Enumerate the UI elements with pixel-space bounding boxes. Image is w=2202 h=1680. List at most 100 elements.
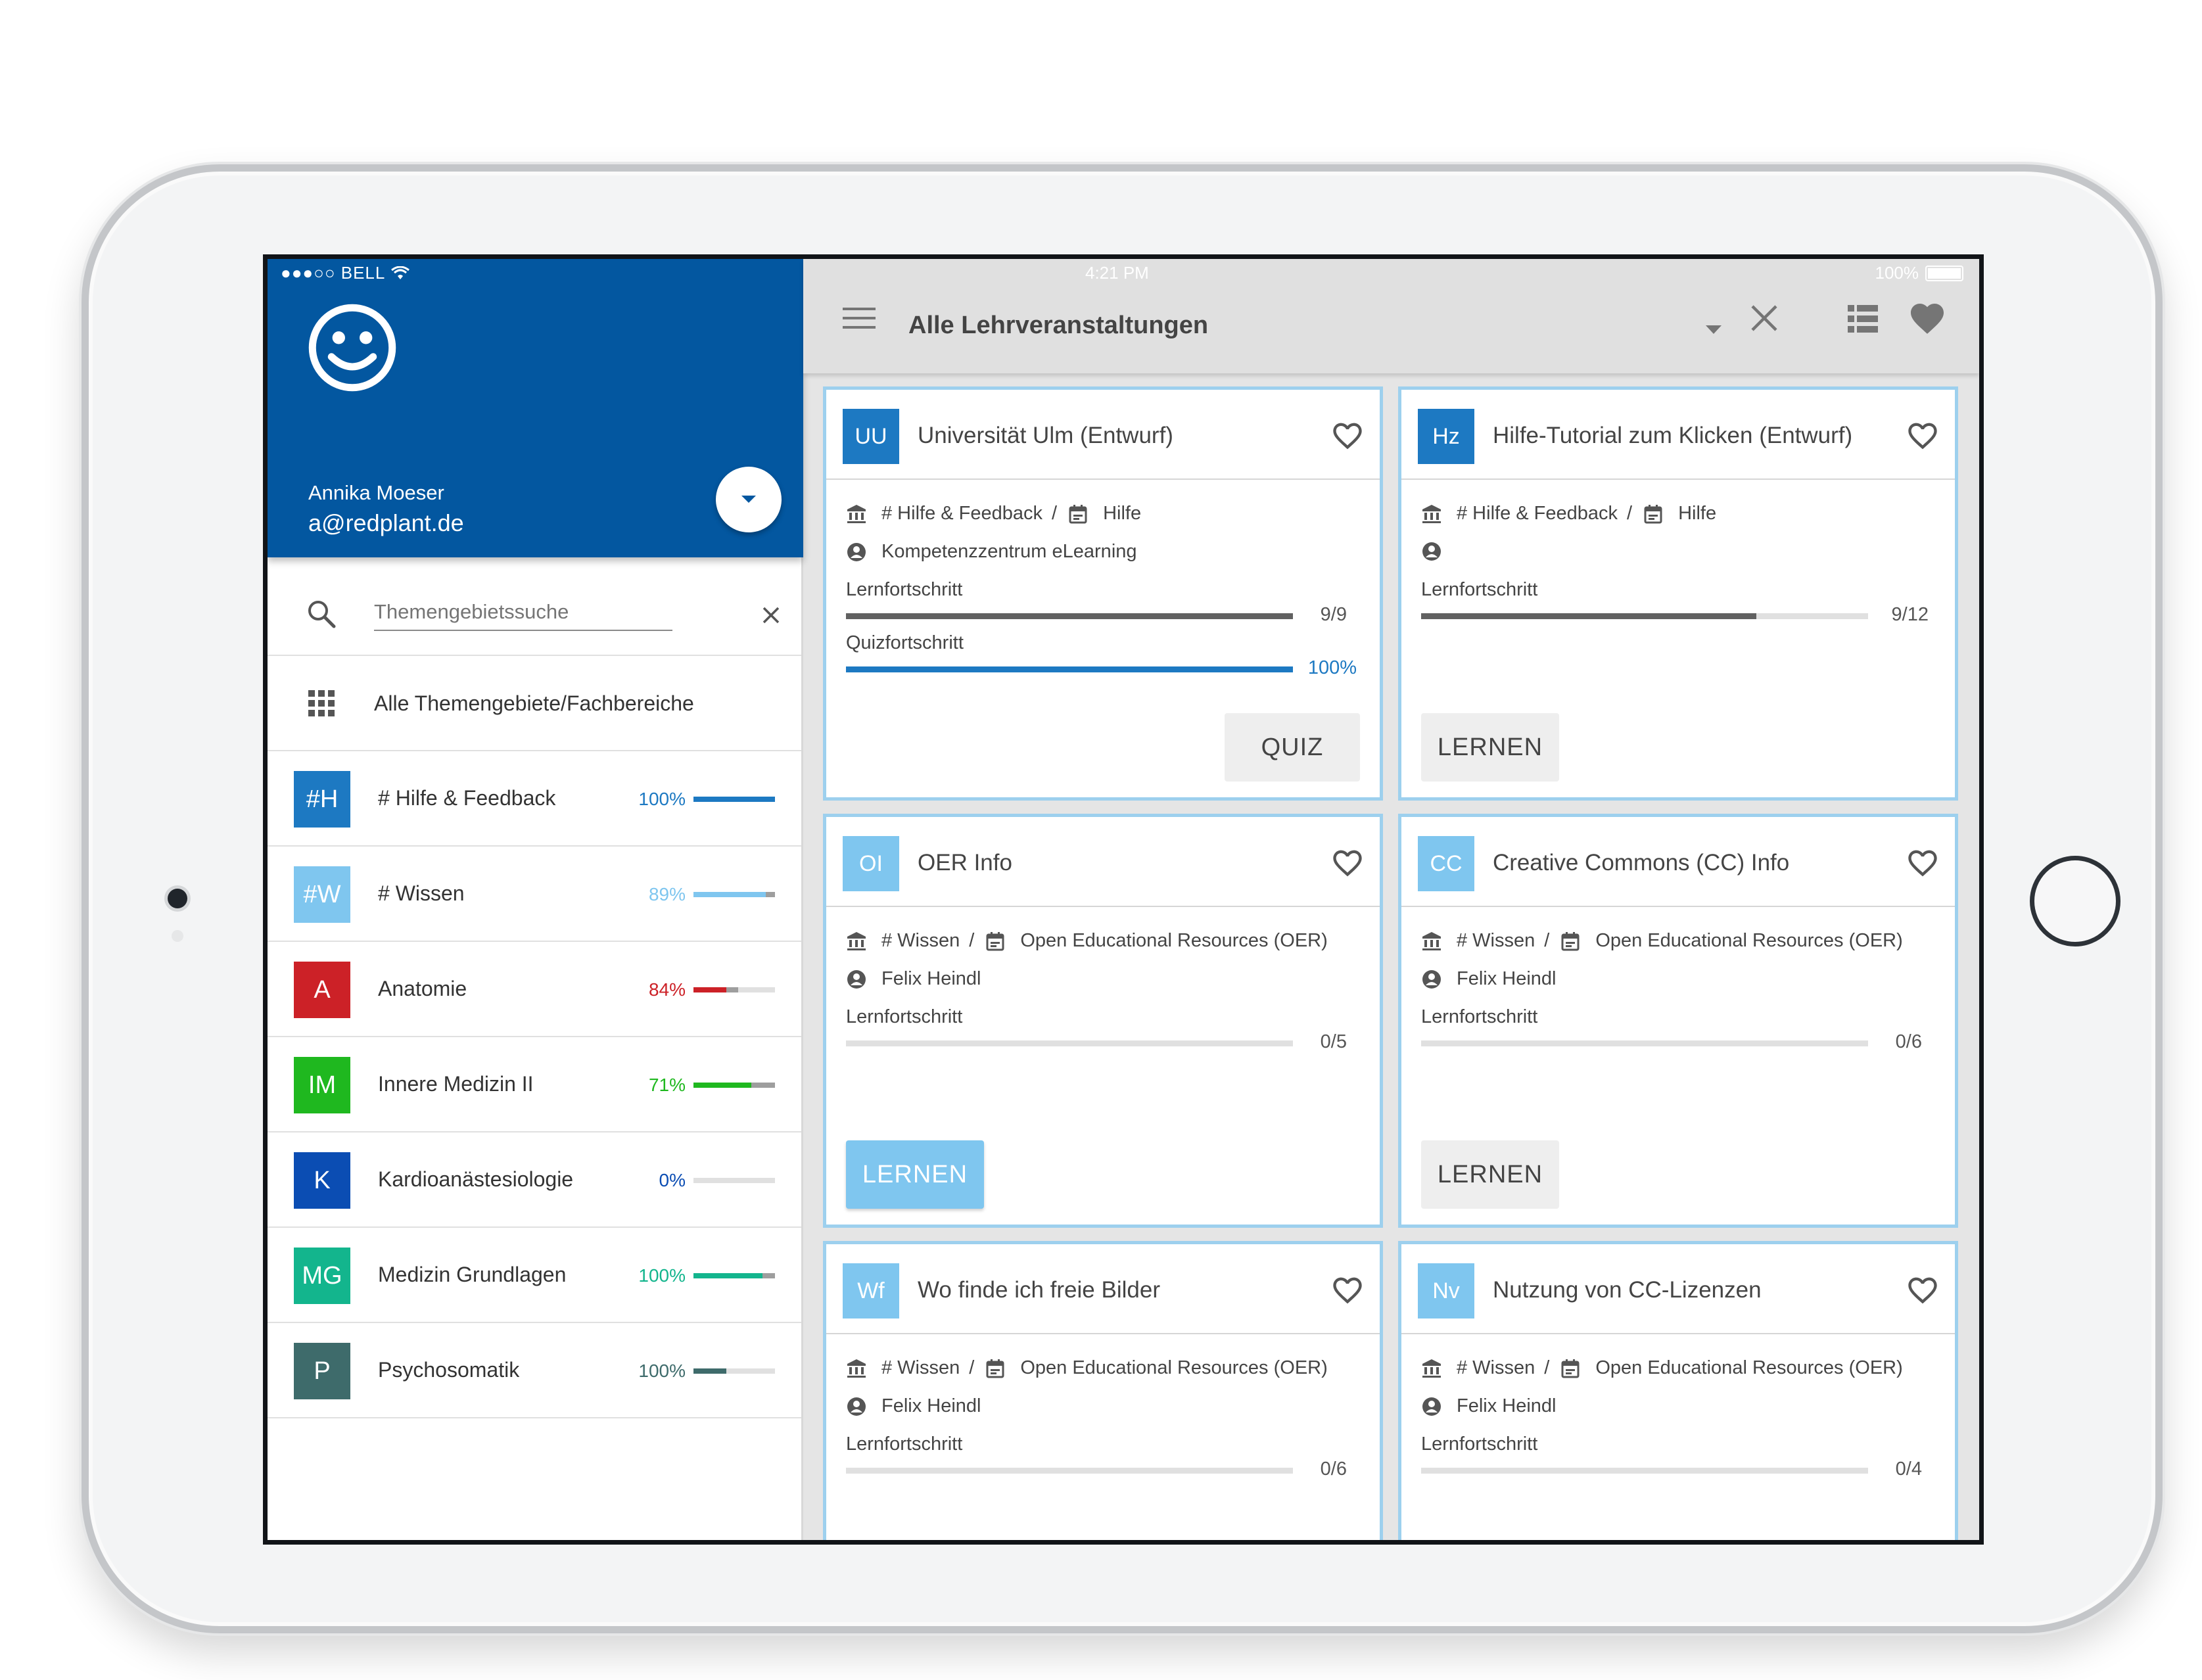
card-header: Wf Wo finde ich freie Bilder bbox=[826, 1244, 1380, 1334]
topic-item[interactable]: A Anatomie 84% bbox=[268, 942, 801, 1037]
course-badge: Wf bbox=[843, 1263, 899, 1318]
learning-progress-bar bbox=[846, 1468, 1293, 1474]
progress-count: 0/6 bbox=[1320, 1458, 1347, 1480]
progress-label: Lernfortschritt bbox=[1421, 579, 1538, 600]
course-badge: Nv bbox=[1418, 1263, 1474, 1318]
course-topic-row: # Wissen / Open Educational Resources (O… bbox=[1421, 930, 1903, 952]
front-camera bbox=[168, 889, 187, 908]
heart-icon[interactable] bbox=[1908, 298, 1947, 335]
course-title: Wo finde ich freie Bilder bbox=[918, 1277, 1160, 1303]
topic-item[interactable]: IM Innere Medizin II 71% bbox=[268, 1037, 801, 1132]
course-author: Felix Heindl bbox=[881, 1395, 981, 1416]
account-icon bbox=[1422, 969, 1441, 989]
user-name: Annika Moeser bbox=[308, 481, 444, 504]
list-view-icon[interactable] bbox=[1848, 305, 1878, 333]
calendar-icon bbox=[986, 1359, 1004, 1378]
light-sensor bbox=[172, 930, 183, 942]
account-menu-button[interactable] bbox=[716, 467, 782, 532]
battery-icon bbox=[1925, 265, 1963, 281]
menu-icon[interactable] bbox=[843, 306, 876, 330]
progress-count: 9/12 bbox=[1891, 604, 1929, 625]
chevron-down-icon[interactable] bbox=[1705, 325, 1722, 335]
learning-progress-bar bbox=[1421, 1040, 1868, 1046]
course-card[interactable]: CC Creative Commons (CC) Info # Wissen /… bbox=[1398, 814, 1958, 1228]
topic-progress-bar bbox=[693, 987, 775, 992]
course-card[interactable]: OI OER Info # Wissen / Open Educational … bbox=[823, 814, 1383, 1228]
account-icon bbox=[847, 1397, 866, 1416]
account-icon bbox=[1422, 542, 1441, 561]
card-header: Hz Hilfe-Tutorial zum Klicken (Entwurf) bbox=[1401, 390, 1955, 480]
calendar-icon bbox=[1069, 504, 1087, 523]
course-badge: OI bbox=[843, 836, 899, 891]
topic-item[interactable]: P Psychosomatik 100% bbox=[268, 1323, 801, 1418]
user-email: a@redplant.de bbox=[308, 509, 464, 536]
topic-item[interactable]: #H # Hilfe & Feedback 100% bbox=[268, 751, 801, 847]
heart-icon[interactable] bbox=[1906, 419, 1940, 450]
course-badge: CC bbox=[1418, 836, 1474, 891]
search-icon bbox=[308, 601, 336, 628]
main-content: Alle Lehrveranstaltungen UU Universität … bbox=[803, 259, 1979, 1540]
learning-progress-bar bbox=[846, 613, 1293, 619]
separator: / bbox=[1544, 1357, 1550, 1378]
heart-icon[interactable] bbox=[1330, 1273, 1365, 1305]
close-icon[interactable] bbox=[761, 605, 782, 626]
topic-badge: K bbox=[294, 1152, 350, 1209]
card-header: Nv Nutzung von CC-Lizenzen bbox=[1401, 1244, 1955, 1334]
institution-icon bbox=[1422, 931, 1441, 950]
topic-badge: MG bbox=[294, 1248, 350, 1304]
course-category: Open Educational Resources (OER) bbox=[1595, 930, 1903, 951]
all-topics-item[interactable]: Alle Themengebiete/Fachbereiche bbox=[268, 656, 801, 751]
search-input[interactable] bbox=[374, 594, 672, 631]
heart-icon[interactable] bbox=[1906, 1273, 1940, 1305]
topic-item[interactable]: MG Medizin Grundlagen 100% bbox=[268, 1228, 801, 1323]
quiz-progress-label: Quizfortschritt bbox=[846, 632, 964, 653]
page-title: Alle Lehrveranstaltungen bbox=[908, 312, 1209, 339]
learning-progress-bar bbox=[846, 1040, 1293, 1046]
topic-badge: #H bbox=[294, 771, 350, 828]
wifi-icon bbox=[390, 266, 410, 279]
course-title: Universität Ulm (Entwurf) bbox=[918, 423, 1173, 448]
progress-label: Lernfortschritt bbox=[846, 1434, 963, 1455]
course-card[interactable]: UU Universität Ulm (Entwurf) # Hilfe & F… bbox=[823, 386, 1383, 801]
course-grid: UU Universität Ulm (Entwurf) # Hilfe & F… bbox=[803, 373, 1979, 1540]
separator: / bbox=[1544, 930, 1550, 951]
course-author: Felix Heindl bbox=[1457, 1395, 1557, 1416]
course-card[interactable]: Nv Nutzung von CC-Lizenzen # Wissen / Op… bbox=[1398, 1241, 1958, 1540]
heart-icon[interactable] bbox=[1330, 419, 1365, 450]
topic-name: Psychosomatik bbox=[378, 1358, 520, 1382]
course-topic: # Wissen bbox=[1457, 930, 1535, 951]
home-button[interactable] bbox=[2030, 856, 2120, 946]
topic-item[interactable]: #W # Wissen 89% bbox=[268, 847, 801, 942]
heart-icon[interactable] bbox=[1330, 846, 1365, 877]
topic-progress-bar bbox=[693, 1273, 775, 1278]
course-card[interactable]: Hz Hilfe-Tutorial zum Klicken (Entwurf) … bbox=[1398, 386, 1958, 801]
course-topic-row: # Wissen / Open Educational Resources (O… bbox=[1421, 1357, 1903, 1379]
course-card[interactable]: Wf Wo finde ich freie Bilder # Wissen / … bbox=[823, 1241, 1383, 1540]
course-badge: Hz bbox=[1418, 409, 1474, 464]
progress-label: Lernfortschritt bbox=[846, 579, 963, 600]
course-author-row: Felix Heindl bbox=[1421, 1395, 1557, 1417]
learn-button[interactable]: LERNEN bbox=[1421, 1140, 1559, 1209]
topic-progress-bar bbox=[693, 797, 775, 802]
topic-item[interactable]: K Kardioanästesiologie 0% bbox=[268, 1132, 801, 1228]
topic-percent: 100% bbox=[638, 1361, 686, 1381]
course-title: Creative Commons (CC) Info bbox=[1493, 850, 1790, 875]
learn-button[interactable]: LERNEN bbox=[1421, 713, 1559, 782]
card-header: OI OER Info bbox=[826, 817, 1380, 907]
profile-header: Annika Moeser a@redplant.de bbox=[268, 259, 803, 557]
quiz-count: 100% bbox=[1307, 657, 1357, 678]
learn-button[interactable]: LERNEN bbox=[846, 1140, 984, 1209]
quiz-button[interactable]: QUIZ bbox=[1225, 713, 1360, 782]
close-icon[interactable] bbox=[1750, 304, 1779, 333]
institution-icon bbox=[1422, 504, 1441, 523]
progress-count: 0/5 bbox=[1320, 1031, 1347, 1052]
topic-name: Medizin Grundlagen bbox=[378, 1263, 567, 1286]
topic-percent: 100% bbox=[638, 1265, 686, 1286]
topic-name: Anatomie bbox=[378, 977, 467, 1000]
course-topic: # Wissen bbox=[881, 1357, 960, 1378]
topic-badge: #W bbox=[294, 866, 350, 923]
course-topic: # Hilfe & Feedback bbox=[1457, 503, 1618, 524]
card-header: CC Creative Commons (CC) Info bbox=[1401, 817, 1955, 907]
heart-icon[interactable] bbox=[1906, 846, 1940, 877]
learning-progress-bar bbox=[1421, 613, 1868, 619]
